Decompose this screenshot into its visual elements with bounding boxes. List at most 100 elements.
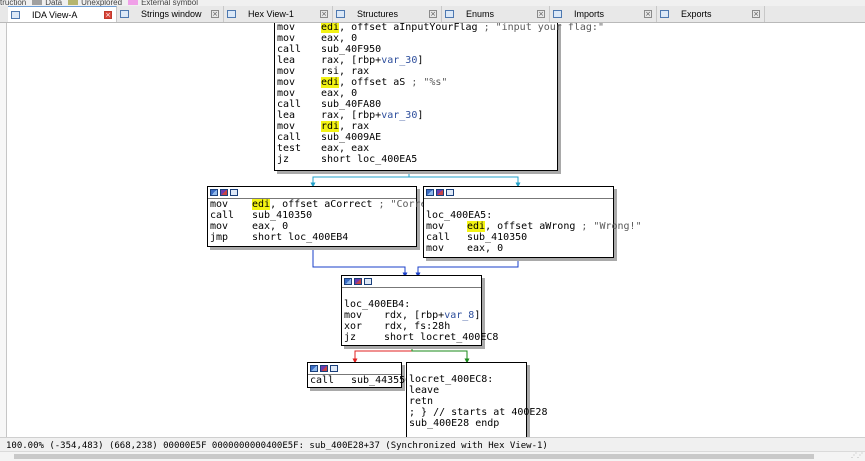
graph-overview-icon[interactable] [354,278,362,285]
block-header [308,363,401,375]
operand-text: , offset aS [339,77,412,88]
tab-label: Strings window [141,9,202,19]
stack-variable[interactable]: var_30 [381,55,417,66]
close-tab-icon[interactable]: × [320,10,328,18]
highlighted-register[interactable]: edi [321,77,340,88]
close-tab-icon[interactable]: × [752,10,760,18]
asm-operands: eax, 0 [467,243,503,254]
asm-mnemonic: call [210,210,235,221]
edge-top-to-wrong [408,171,521,188]
asm-mnemonic: test [277,143,302,154]
legend-swatch [32,0,43,5]
asm-operands: rax, [rbp+var_30] [321,55,423,66]
close-tab-icon[interactable]: × [644,10,652,18]
graph-color-icon[interactable] [344,278,352,285]
operand-text: eax, 0 [321,33,358,44]
asm-operands: rdx, fs:28h [384,321,450,332]
asm-mnemonic: call [426,232,451,243]
graph-color-icon[interactable] [426,189,434,196]
operand-text: ] [474,310,481,321]
close-tab-icon[interactable]: × [211,10,219,18]
close-tab-icon[interactable]: × [104,11,112,19]
highlighted-register[interactable]: rdi [321,121,340,132]
asm-mnemonic: locret_400EC8: [409,374,494,385]
asm-mnemonic: mov [426,243,445,254]
asm-mnemonic: mov [210,221,229,232]
asm-operands: rdi, rax [321,121,369,132]
asm-operands: edi, offset aS ; "%s" [321,77,447,88]
operand-text: sub_410350 [252,210,313,221]
structures-icon [336,10,345,18]
tab-bar: IDA View-A × Strings window × Hex View-1 × Str… [0,6,865,23]
close-tab-icon[interactable]: × [429,10,437,18]
tab-hex-view-1[interactable]: Hex View-1 × [224,6,333,22]
block-list-icon[interactable] [364,278,372,285]
asm-operands: rax, [rbp+var_30] [321,110,423,121]
ida-view-icon [11,11,20,19]
operand-text: eax, eax [321,143,370,154]
tab-imports[interactable]: Imports × [550,6,657,22]
legend-swatch [68,0,79,5]
operand-text: rdx, [rbp+ [384,310,445,321]
graph-color-icon[interactable] [210,189,218,196]
asm-operands: sub_410350 [467,232,527,243]
block-list-icon[interactable] [446,189,454,196]
asm-mnemonic: leave [409,385,440,396]
asm-operands: short loc_400EB4 [252,232,348,243]
code-block-correct[interactable]: mov edi, offset aCorrect ; "Correct!" call… [207,186,451,247]
code-block-loc-400eb4[interactable]: loc_400EB4: mov rdx, [rbp+var_8] xor rdx, fs… [341,275,498,346]
stack-variable[interactable]: var_8 [444,310,474,321]
asm-mnemonic: mov [277,66,296,77]
asm-operands: rsi, rax [321,66,369,77]
block-header [342,276,481,288]
asm-operands: sub_40FA80 [321,99,381,110]
asm-mnemonic: call [277,44,302,55]
graph-view[interactable]: mov edi, offset aInputYourFlag ; "input y… [0,23,865,437]
code-block-wrong[interactable]: loc_400EA5: mov edi, offset aWrong ; "Wron… [423,186,642,258]
code-block-stack-fail[interactable]: call sub_443550 [307,362,411,388]
asm-mnemonic: mov [277,23,296,33]
asm-mnemonic: mov [277,77,296,88]
graph-color-icon[interactable] [310,365,318,372]
code-block-main[interactable]: mov edi, offset aInputYourFlag ; "input y… [274,23,604,171]
graph-overview-icon[interactable] [436,189,444,196]
highlighted-register[interactable]: edi [321,23,340,33]
strings-icon [120,10,129,18]
tab-structures[interactable]: Structures × [333,6,442,22]
tab-ida-view-a[interactable]: IDA View-A × [8,6,117,22]
operand-text: ] [417,55,424,66]
legend-swatch [128,0,139,5]
highlighted-register[interactable]: edi [252,199,271,210]
resize-grip-icon[interactable]: ⋰⋰ [851,453,863,459]
stack-variable[interactable]: var_30 [381,110,417,121]
tab-exports[interactable]: Exports × [657,6,765,22]
tab-enums[interactable]: Enums × [442,6,550,22]
operand-text: rsi, rax [321,66,370,77]
asm-operands: edi, offset aInputYourFlag ; "input your… [321,23,604,33]
highlighted-register[interactable]: edi [467,221,486,232]
asm-mnemonic: call [277,99,302,110]
block-list-icon[interactable] [330,365,338,372]
asm-operands: eax, 0 [321,88,357,99]
tab-strings-window[interactable]: Strings window × [117,6,224,22]
asm-mnemonic: retn [409,396,434,407]
block-header [424,187,613,199]
operand-text: short loc_400EB4 [252,232,349,243]
imports-icon [553,10,562,18]
asm-mnemonic: mov [277,121,296,132]
asm-mnemonic: ; } // starts at 400E28 [409,407,548,418]
edge-merge-to-fail [352,346,413,364]
operand-text: short locret_400EC8 [384,332,499,343]
operand-text: rax, [rbp+ [321,55,382,66]
close-tab-icon[interactable]: × [537,10,545,18]
asm-mnemonic: loc_400EB4: [344,299,411,310]
edge-top-to-correct [310,171,410,188]
scrollbar-thumb[interactable] [14,454,814,459]
hex-icon [227,10,236,18]
code-block-locret-400ec8[interactable]: locret_400EC8: leave retn; } // starts at … [406,362,547,437]
graph-overview-icon[interactable] [220,189,228,196]
graph-overview-icon[interactable] [320,365,328,372]
tab-label: Exports [681,9,712,19]
edge-correct-to-merge [312,247,408,278]
block-list-icon[interactable] [230,189,238,196]
